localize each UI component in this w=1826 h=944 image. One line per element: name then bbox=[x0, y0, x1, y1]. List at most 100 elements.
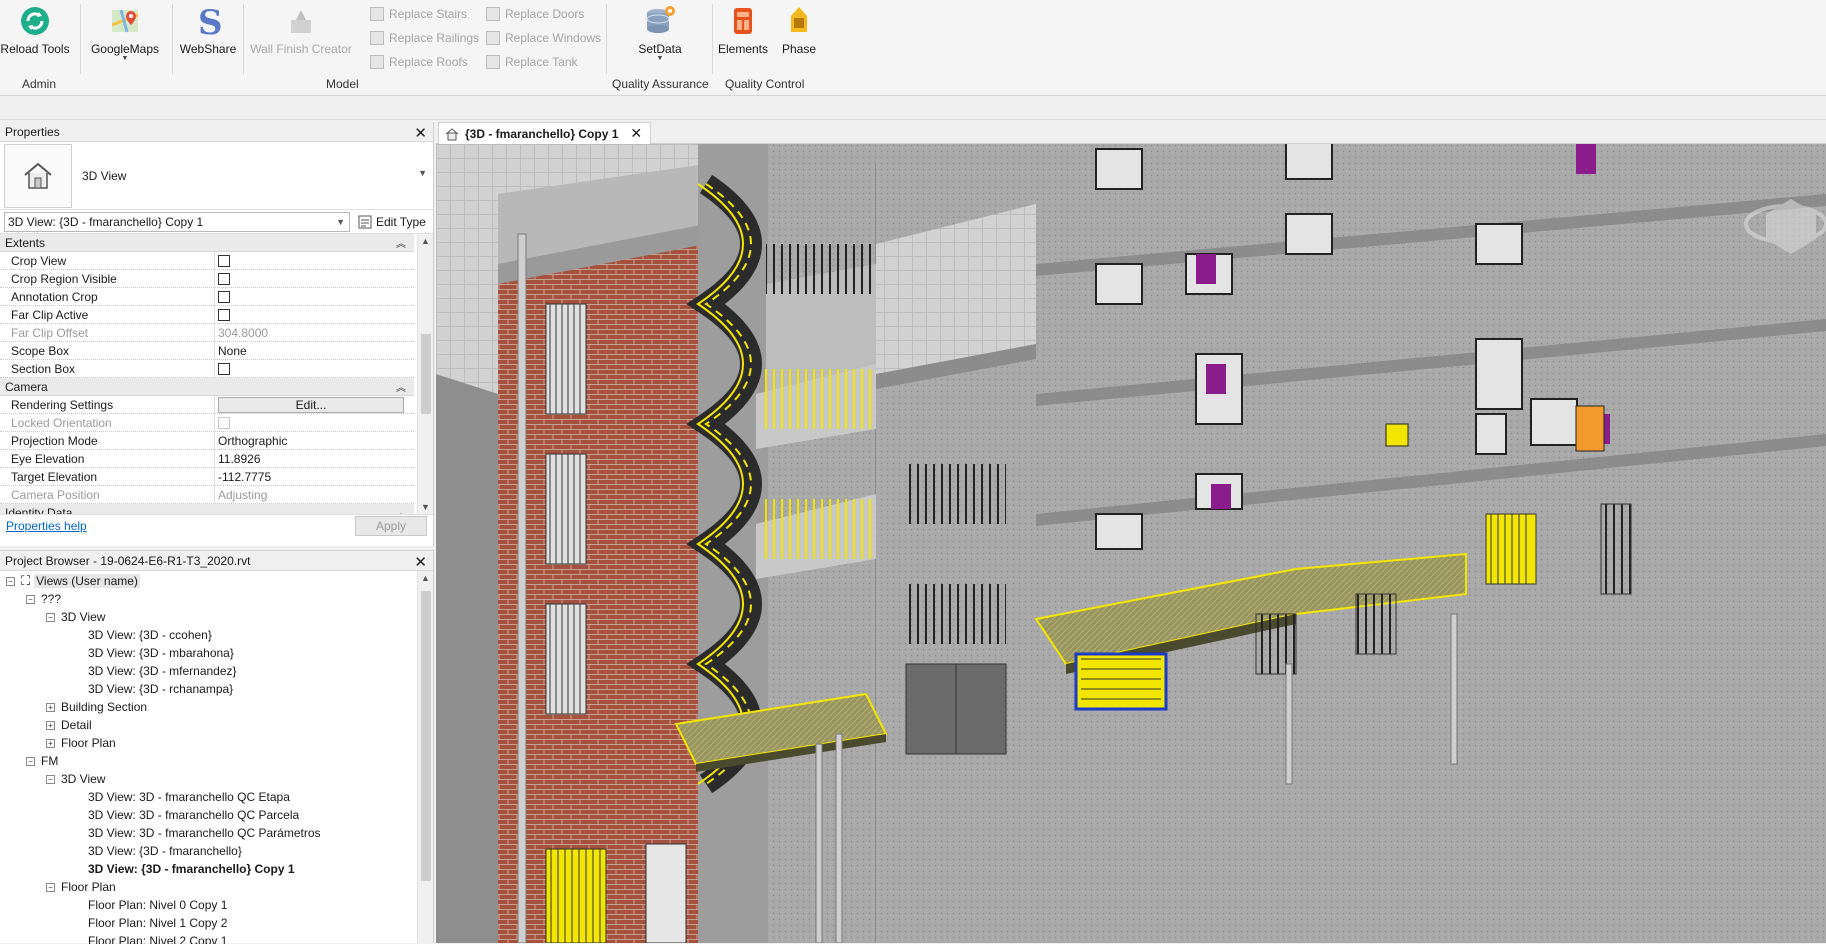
target-elevation-value[interactable]: -112.7775 bbox=[215, 468, 414, 485]
wall-finish-creator-button[interactable]: Wall Finish Creator bbox=[250, 2, 352, 66]
reload-icon bbox=[18, 2, 52, 40]
tree-leaf[interactable]: 3D View: {3D - mbarahona} bbox=[88, 644, 234, 662]
browser-scrollbar[interactable]: ▲ bbox=[417, 571, 433, 944]
tree-node-3d-view[interactable]: −3D View bbox=[46, 608, 105, 626]
replace-roofs-button[interactable]: Replace Roofs bbox=[370, 52, 468, 72]
scope-box-value[interactable]: None bbox=[215, 342, 414, 359]
ribbon-separator bbox=[172, 4, 173, 74]
googlemaps-button[interactable]: GoogleMaps ▼ bbox=[90, 2, 160, 66]
category-camera[interactable]: Camera ︽ bbox=[0, 378, 414, 396]
locked-orientation-checkbox bbox=[218, 416, 230, 429]
chevron-down-icon[interactable]: ▼ bbox=[418, 168, 427, 178]
properties-help-link[interactable]: Properties help bbox=[6, 519, 87, 533]
view-tab[interactable]: {3D - fmaranchello} Copy 1 ✕ bbox=[438, 122, 652, 144]
elements-button[interactable]: Elements bbox=[716, 2, 770, 66]
tree-node-fm-floor-plan[interactable]: − Floor Plan bbox=[46, 878, 116, 896]
database-gear-icon bbox=[643, 2, 677, 40]
project-browser-title-bar: Project Browser - 19-0624-E6-R1-T3_2020.… bbox=[0, 551, 433, 571]
elements-icon bbox=[726, 2, 760, 40]
replace-stairs-button[interactable]: Replace Stairs bbox=[370, 4, 467, 24]
scroll-thumb[interactable] bbox=[421, 591, 431, 881]
project-browser-panel: Project Browser - 19-0624-E6-R1-T3_2020.… bbox=[0, 550, 434, 944]
tree-node-fm[interactable]: − FM bbox=[26, 752, 58, 770]
expand-icon[interactable]: + bbox=[46, 702, 55, 712]
far-clip-offset-value: 304.8000 bbox=[218, 325, 269, 340]
phase-button[interactable]: Phase bbox=[776, 2, 822, 66]
expand-icon[interactable]: + bbox=[46, 720, 55, 730]
chevron-down-icon: ▼ bbox=[121, 55, 129, 62]
tree-leaf[interactable]: 3D View: {3D - mfernandez} bbox=[88, 662, 237, 680]
section-box-checkbox[interactable] bbox=[218, 362, 230, 375]
projection-mode-value[interactable]: Orthographic bbox=[215, 432, 414, 449]
far-clip-checkbox[interactable] bbox=[218, 308, 230, 321]
annotation-crop-checkbox[interactable] bbox=[218, 290, 230, 303]
tree-leaf[interactable]: 3D View: {3D - fmaranchello} bbox=[88, 842, 242, 860]
group-label-model: Model bbox=[326, 77, 359, 91]
apply-button[interactable]: Apply bbox=[355, 515, 427, 536]
prop-row: Far Clip Offset 304.8000 bbox=[0, 324, 414, 342]
close-icon[interactable]: ✕ bbox=[414, 553, 427, 571]
prop-row: Locked Orientation bbox=[0, 414, 414, 432]
properties-scrollbar[interactable]: ▲ ▼ bbox=[417, 234, 433, 514]
tree-leaf[interactable]: 3D View: 3D - fmaranchello QC Parcela bbox=[88, 806, 299, 824]
collapse-icon[interactable]: − bbox=[26, 756, 35, 766]
crop-region-checkbox[interactable] bbox=[218, 272, 230, 285]
tree-node-floor-plan[interactable]: + Floor Plan bbox=[46, 734, 116, 752]
tree-leaf[interactable]: Floor Plan: Nivel 2 Copy 1 bbox=[88, 932, 227, 944]
tree-node-detail[interactable]: + Detail bbox=[46, 716, 92, 734]
tree-leaf-active[interactable]: 3D View: {3D - fmaranchello} Copy 1 bbox=[88, 860, 295, 878]
eye-elevation-value[interactable]: 11.8926 bbox=[215, 450, 414, 467]
tree-node-unknown[interactable]: −??? bbox=[26, 590, 61, 608]
tree-leaf[interactable]: 3D View: 3D - fmaranchello QC Etapa bbox=[88, 788, 290, 806]
collapse-icon: ︽ bbox=[396, 505, 406, 514]
tree-leaf[interactable]: 3D View: {3D - rchanampa} bbox=[88, 680, 233, 698]
close-icon[interactable]: ✕ bbox=[414, 124, 427, 142]
replace-doors-button[interactable]: Replace Doors bbox=[486, 4, 584, 24]
ribbon: Reload Tools Admin GoogleMaps ▼ S WebSha… bbox=[0, 0, 1826, 96]
expand-icon[interactable]: + bbox=[46, 738, 55, 748]
3d-model-viewport[interactable] bbox=[436, 144, 1826, 943]
rendering-edit-button[interactable]: Edit... bbox=[218, 396, 404, 413]
collapse-icon[interactable]: − bbox=[46, 774, 55, 784]
scroll-down-icon[interactable]: ▼ bbox=[421, 502, 430, 512]
tree-leaf[interactable]: 3D View: {3D - ccohen} bbox=[88, 626, 212, 644]
ribbon-separator bbox=[80, 4, 81, 74]
category-identity-data[interactable]: Identity Data︽ bbox=[0, 504, 414, 514]
collapse-icon[interactable]: − bbox=[6, 576, 15, 586]
scroll-up-icon[interactable]: ▲ bbox=[421, 573, 430, 583]
chevron-down-icon: ▼ bbox=[656, 55, 664, 62]
scroll-thumb[interactable] bbox=[421, 334, 431, 414]
ribbon-separator bbox=[606, 4, 607, 74]
window-icon bbox=[486, 31, 500, 45]
scroll-up-icon[interactable]: ▲ bbox=[421, 236, 430, 246]
properties-grid: Extents ︽ Crop View Crop Region Visible A… bbox=[0, 234, 433, 514]
webshare-button[interactable]: S WebShare bbox=[180, 2, 236, 66]
replace-windows-button[interactable]: Replace Windows bbox=[486, 28, 601, 48]
tree-leaf[interactable]: Floor Plan: Nivel 1 Copy 2 bbox=[88, 914, 227, 932]
reload-tools-button[interactable]: Reload Tools bbox=[0, 2, 70, 66]
edit-type-button[interactable]: Edit Type bbox=[358, 215, 426, 229]
collapse-icon[interactable]: − bbox=[26, 594, 35, 604]
tree-node-fm-3d-view[interactable]: −3D View bbox=[46, 770, 105, 788]
instance-selector[interactable]: 3D View: {3D - fmaranchello} Copy 1 ▼ bbox=[4, 211, 350, 232]
replace-railings-button[interactable]: Replace Railings bbox=[370, 28, 479, 48]
chevron-down-icon: ▼ bbox=[336, 216, 345, 227]
close-icon[interactable]: ✕ bbox=[630, 125, 642, 142]
tree-leaf[interactable]: Floor Plan: Nivel 0 Copy 1 bbox=[88, 896, 227, 914]
tree-node-building-section[interactable]: + Building Section bbox=[46, 698, 147, 716]
crop-view-checkbox[interactable] bbox=[218, 254, 230, 267]
type-selector[interactable]: 3D View ▼ bbox=[0, 142, 433, 210]
prop-row: Eye Elevation 11.8926 bbox=[0, 450, 414, 468]
setdata-button[interactable]: SetData ▼ bbox=[630, 2, 690, 66]
prop-row: Annotation Crop bbox=[0, 288, 414, 306]
wall-finish-icon bbox=[284, 2, 318, 40]
collapse-icon[interactable]: − bbox=[46, 882, 55, 892]
view-tab-bar: {3D - fmaranchello} Copy 1 ✕ bbox=[436, 122, 1826, 144]
replace-tank-button[interactable]: Replace Tank bbox=[486, 52, 578, 72]
collapse-icon[interactable]: − bbox=[46, 612, 55, 622]
category-extents[interactable]: Extents ︽ bbox=[0, 234, 414, 252]
prop-row: Far Clip Active bbox=[0, 306, 414, 324]
tree-node-views[interactable]: − ⛶ Views (User name) bbox=[6, 572, 140, 590]
stairs-icon bbox=[370, 7, 384, 21]
tree-leaf[interactable]: 3D View: 3D - fmaranchello QC Parámetros bbox=[88, 824, 321, 842]
